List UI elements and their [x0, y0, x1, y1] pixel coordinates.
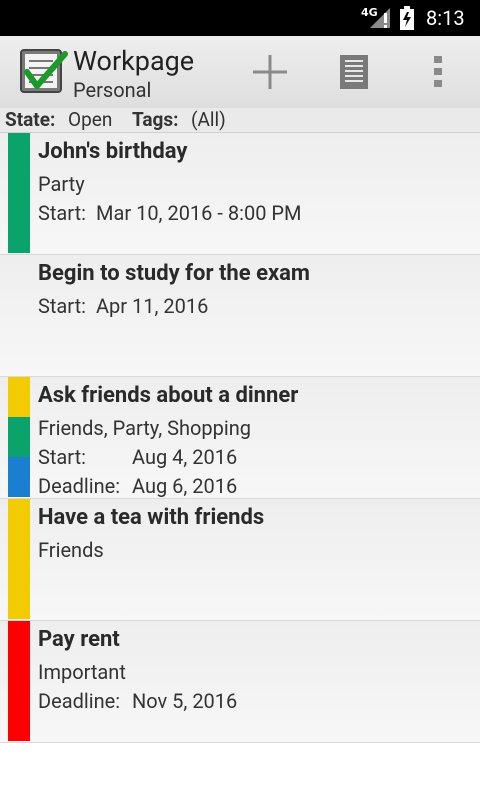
task-start-row: Start: Mar 10, 2016 - 8:00 PM	[38, 201, 301, 225]
start-value: Aug 4, 2016	[132, 445, 238, 469]
task-title: Have a tea with friends	[38, 505, 265, 530]
status-bar: 4G 8:13	[0, 0, 480, 36]
tag-color	[8, 621, 30, 741]
task-title: Pay rent	[38, 627, 120, 652]
task-title: John's birthday	[38, 139, 188, 164]
task-tags: Friends	[38, 538, 104, 562]
tag-color	[8, 417, 30, 457]
start-label: Start:	[38, 294, 86, 318]
signal-icon	[370, 8, 390, 28]
tags-label: Tags:	[132, 108, 179, 131]
tag-color	[8, 457, 30, 497]
overflow-menu-icon	[434, 56, 442, 87]
tag-color-stripe	[8, 621, 30, 741]
action-bar: Workpage Personal	[0, 36, 480, 109]
deadline-value: Aug 6, 2016	[132, 474, 238, 498]
task-deadline-row: Deadline: Nov 5, 2016	[38, 689, 237, 713]
start-label: Start:	[38, 445, 86, 469]
filter-bar[interactable]: State: Open Tags: (All)	[0, 108, 480, 133]
task-tags: Party	[38, 172, 85, 196]
task-tags: Friends, Party, Shopping	[38, 416, 251, 440]
deadline-label: Deadline:	[38, 474, 121, 498]
list-view-icon	[340, 55, 368, 89]
tag-color-stripe	[8, 499, 30, 619]
tag-color-stripe	[8, 133, 30, 253]
task-item[interactable]: Have a tea with friends Friends	[0, 499, 480, 621]
list-view-button[interactable]	[330, 36, 378, 108]
deadline-value: Nov 5, 2016	[132, 689, 238, 713]
add-icon	[253, 55, 287, 89]
tag-color	[8, 377, 30, 417]
tags-value: (All)	[191, 108, 226, 131]
start-label: Start:	[38, 201, 86, 225]
task-item[interactable]: Begin to study for the exam Start: Apr 11…	[0, 255, 480, 377]
start-value: Mar 10, 2016 - 8:00 PM	[96, 201, 302, 225]
task-start-row: Start: Apr 11, 2016	[38, 294, 208, 318]
checklist-app-icon[interactable]	[19, 46, 69, 96]
task-item[interactable]: Pay rent Important Deadline: Nov 5, 2016	[0, 621, 480, 743]
tag-color	[8, 133, 30, 253]
overflow-menu-button[interactable]	[420, 36, 456, 108]
task-start-row: Start: Aug 4, 2016	[38, 445, 237, 469]
battery-icon	[400, 6, 414, 30]
task-title: Ask friends about a dinner	[38, 383, 299, 408]
tag-color	[8, 499, 30, 619]
task-tags: Important	[38, 660, 126, 684]
workspace-name: Personal	[73, 78, 152, 102]
task-item[interactable]: John's birthday Party Start: Mar 10, 2016…	[0, 133, 480, 255]
task-item[interactable]: Ask friends about a dinner Friends, Part…	[0, 377, 480, 499]
clock: 8:13	[426, 6, 465, 30]
add-button[interactable]	[246, 36, 294, 108]
tag-color-stripe	[8, 377, 30, 497]
deadline-label: Deadline:	[38, 689, 121, 713]
task-list: John's birthday Party Start: Mar 10, 2016…	[0, 133, 480, 743]
start-value: Apr 11, 2016	[96, 294, 209, 318]
state-label: State:	[5, 108, 56, 131]
task-deadline-row: Deadline: Aug 6, 2016	[38, 474, 237, 498]
app-title: Workpage	[73, 45, 195, 77]
state-value: Open	[68, 108, 113, 131]
task-title: Begin to study for the exam	[38, 261, 310, 286]
